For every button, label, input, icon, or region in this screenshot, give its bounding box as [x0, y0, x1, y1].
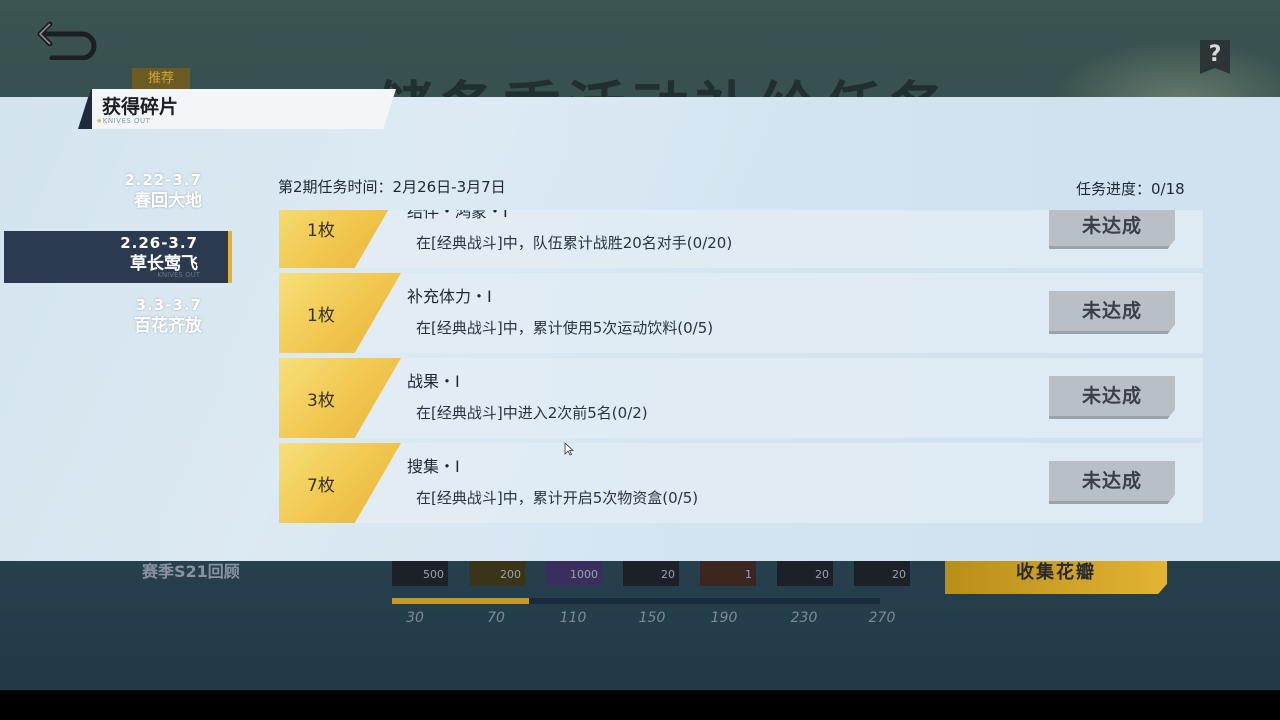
mouse-cursor-icon: [564, 442, 574, 456]
reward-progress-bar: [392, 598, 880, 604]
reward-item[interactable]: 20: [623, 560, 679, 586]
reward-badge: [279, 273, 401, 353]
reward-item[interactable]: 20: [777, 560, 833, 586]
tab-date: 2.26-3.7: [120, 234, 198, 252]
task-description: 在[经典战斗]中进入2次前5名(0/2): [416, 404, 648, 422]
task-progress-label: 任务进度：0/18: [1076, 180, 1185, 198]
progress-tick: 110: [559, 610, 587, 626]
reward-badge: [279, 443, 401, 523]
task-row: 7枚 搜集・I 在[经典战斗]中，累计开启5次物资盒(0/5) 未达成: [279, 443, 1203, 523]
reward-item[interactable]: 1: [700, 560, 756, 586]
task-row: 1枚 补充体力・I 在[经典战斗]中，累计使用5次运动饮料(0/5) 未达成: [279, 273, 1203, 353]
task-name: 战果・I: [407, 372, 460, 391]
task-name: 补充体力・I: [407, 287, 492, 306]
reward-item[interactable]: 20: [854, 560, 910, 586]
reward-item[interactable]: 200: [469, 560, 525, 586]
tab-period-3[interactable]: 3.3-3.7 百花齐放: [0, 293, 232, 345]
season-review-label[interactable]: 赛季S21回顾: [142, 558, 240, 582]
star-icon: ★: [96, 117, 103, 125]
reward-item[interactable]: 1000: [546, 560, 602, 586]
task-status-button[interactable]: 未达成: [1049, 291, 1175, 334]
recommend-tag: 推荐: [132, 68, 190, 90]
progress-tick: 230: [790, 610, 818, 626]
back-arrow-icon[interactable]: [36, 16, 100, 60]
task-status-button[interactable]: 未达成: [1049, 461, 1175, 504]
tab-period-2[interactable]: 2.26-3.7 草长莺飞 KNIVES OUT: [4, 231, 232, 283]
reward-count: 3枚: [307, 391, 335, 411]
reward-item[interactable]: 500: [392, 560, 448, 586]
task-status-button[interactable]: 未达成: [1049, 210, 1175, 249]
progress-tick: 70: [487, 610, 505, 626]
task-list[interactable]: 1枚 结伴・鸿蒙・I 在[经典战斗]中，队伍累计战胜20名对手(0/20) 未达…: [279, 210, 1203, 524]
task-description: 在[经典战斗]中，累计使用5次运动饮料(0/5): [416, 319, 714, 337]
reward-badge: [279, 358, 401, 438]
reward-count: 1枚: [307, 306, 335, 326]
tab-date: 3.3-3.7: [135, 296, 202, 314]
reward-count: 1枚: [307, 221, 335, 241]
bottom-letterbox: [0, 690, 1280, 720]
progress-tick: 30: [406, 610, 424, 626]
task-name: 结伴・鸿蒙・I: [407, 210, 508, 221]
progress-tick: 150: [638, 610, 666, 626]
tab-period-1[interactable]: 2.22-3.7 春回大地: [0, 168, 232, 220]
task-name: 搜集・I: [407, 457, 460, 476]
task-status-button[interactable]: 未达成: [1049, 376, 1175, 419]
tab-name: 百花齐放: [134, 316, 202, 336]
tab-name: 春回大地: [134, 191, 202, 211]
reward-progress-fill: [392, 598, 529, 604]
modal-subtitle: ★KNIVES OUT: [96, 117, 151, 125]
modal-title: 获得碎片: [102, 96, 179, 118]
task-description: 在[经典战斗]中，累计开启5次物资盒(0/5): [416, 489, 699, 507]
tab-date: 2.22-3.7: [124, 171, 202, 189]
task-row: 3枚 战果・I 在[经典战斗]中进入2次前5名(0/2) 未达成: [279, 358, 1203, 438]
tab-watermark: KNIVES OUT: [157, 271, 200, 279]
task-description: 在[经典战斗]中，队伍累计战胜20名对手(0/20): [416, 234, 733, 252]
period-time-label: 第2期任务时间：2月26日-3月7日: [278, 178, 506, 196]
task-row: 1枚 结伴・鸿蒙・I 在[经典战斗]中，队伍累计战胜20名对手(0/20) 未达…: [279, 210, 1203, 268]
reward-badge: [279, 210, 401, 268]
reward-count: 7枚: [307, 476, 335, 496]
collect-petals-button[interactable]: 收集花瓣: [945, 558, 1167, 594]
progress-tick: 270: [868, 610, 896, 626]
progress-tick: 190: [710, 610, 738, 626]
